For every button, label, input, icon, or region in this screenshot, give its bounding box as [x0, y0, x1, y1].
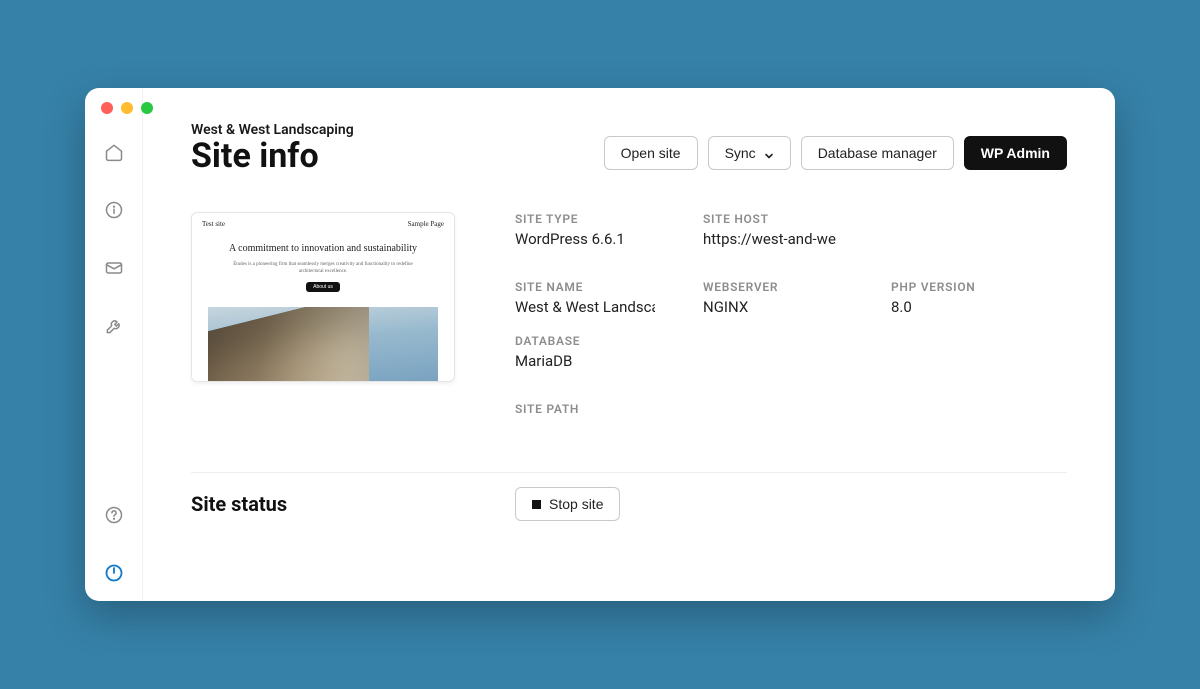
site-path-label: SITE PATH: [515, 402, 655, 416]
window-traffic-lights: [101, 102, 153, 114]
stop-site-button[interactable]: Stop site: [515, 487, 620, 521]
site-host-label: SITE HOST: [703, 212, 843, 226]
page-title: Site info: [191, 136, 354, 176]
site-preview-thumbnail[interactable]: Test site Sample Page A commitment to in…: [191, 212, 455, 382]
site-name-value: West & West Landsca: [515, 298, 655, 316]
stop-icon: [532, 500, 541, 509]
app-window: West & West Landscaping Site info Open s…: [85, 88, 1115, 601]
chevron-down-icon: [764, 148, 774, 158]
database-label: DATABASE: [515, 334, 655, 348]
wrench-icon[interactable]: [104, 316, 124, 336]
open-site-button[interactable]: Open site: [604, 136, 698, 170]
webserver-value: NGINX: [703, 298, 843, 316]
sidebar: [85, 88, 143, 601]
preview-brand: Test site: [202, 220, 225, 228]
sync-button-label: Sync: [725, 145, 756, 161]
mail-icon[interactable]: [104, 258, 124, 278]
webserver-label: WEBSERVER: [703, 280, 843, 294]
database-manager-button[interactable]: Database manager: [801, 136, 954, 170]
site-host-value: https://west-and-we: [703, 230, 843, 248]
help-icon[interactable]: [104, 505, 124, 525]
php-version-value: 8.0: [891, 298, 1031, 316]
preview-image: [208, 307, 438, 382]
header-actions: Open site Sync Database manager WP Admin: [604, 136, 1067, 170]
database-value: MariaDB: [515, 352, 655, 370]
window-zoom-button[interactable]: [141, 102, 153, 114]
main-content: West & West Landscaping Site info Open s…: [143, 88, 1115, 601]
site-status-heading: Site status: [191, 492, 515, 516]
site-type-label: SITE TYPE: [515, 212, 655, 226]
preview-hero-sub: Études is a pioneering firm that seamles…: [222, 261, 424, 275]
window-minimize-button[interactable]: [121, 102, 133, 114]
site-details: SITE TYPE WordPress 6.6.1 SITE HOST http…: [515, 212, 1067, 420]
stop-site-label: Stop site: [549, 496, 603, 512]
wp-admin-button[interactable]: WP Admin: [964, 136, 1067, 170]
preview-hero-title: A commitment to innovation and sustainab…: [222, 242, 424, 256]
php-version-label: PHP VERSION: [891, 280, 1031, 294]
window-close-button[interactable]: [101, 102, 113, 114]
sync-button[interactable]: Sync: [708, 136, 791, 170]
site-name-label: SITE NAME: [515, 280, 655, 294]
site-type-value: WordPress 6.6.1: [515, 230, 655, 248]
home-icon[interactable]: [104, 142, 124, 162]
preview-nav-item: Sample Page: [408, 220, 444, 228]
info-icon[interactable]: [104, 200, 124, 220]
power-icon[interactable]: [104, 563, 124, 583]
preview-cta: About us: [306, 282, 340, 292]
